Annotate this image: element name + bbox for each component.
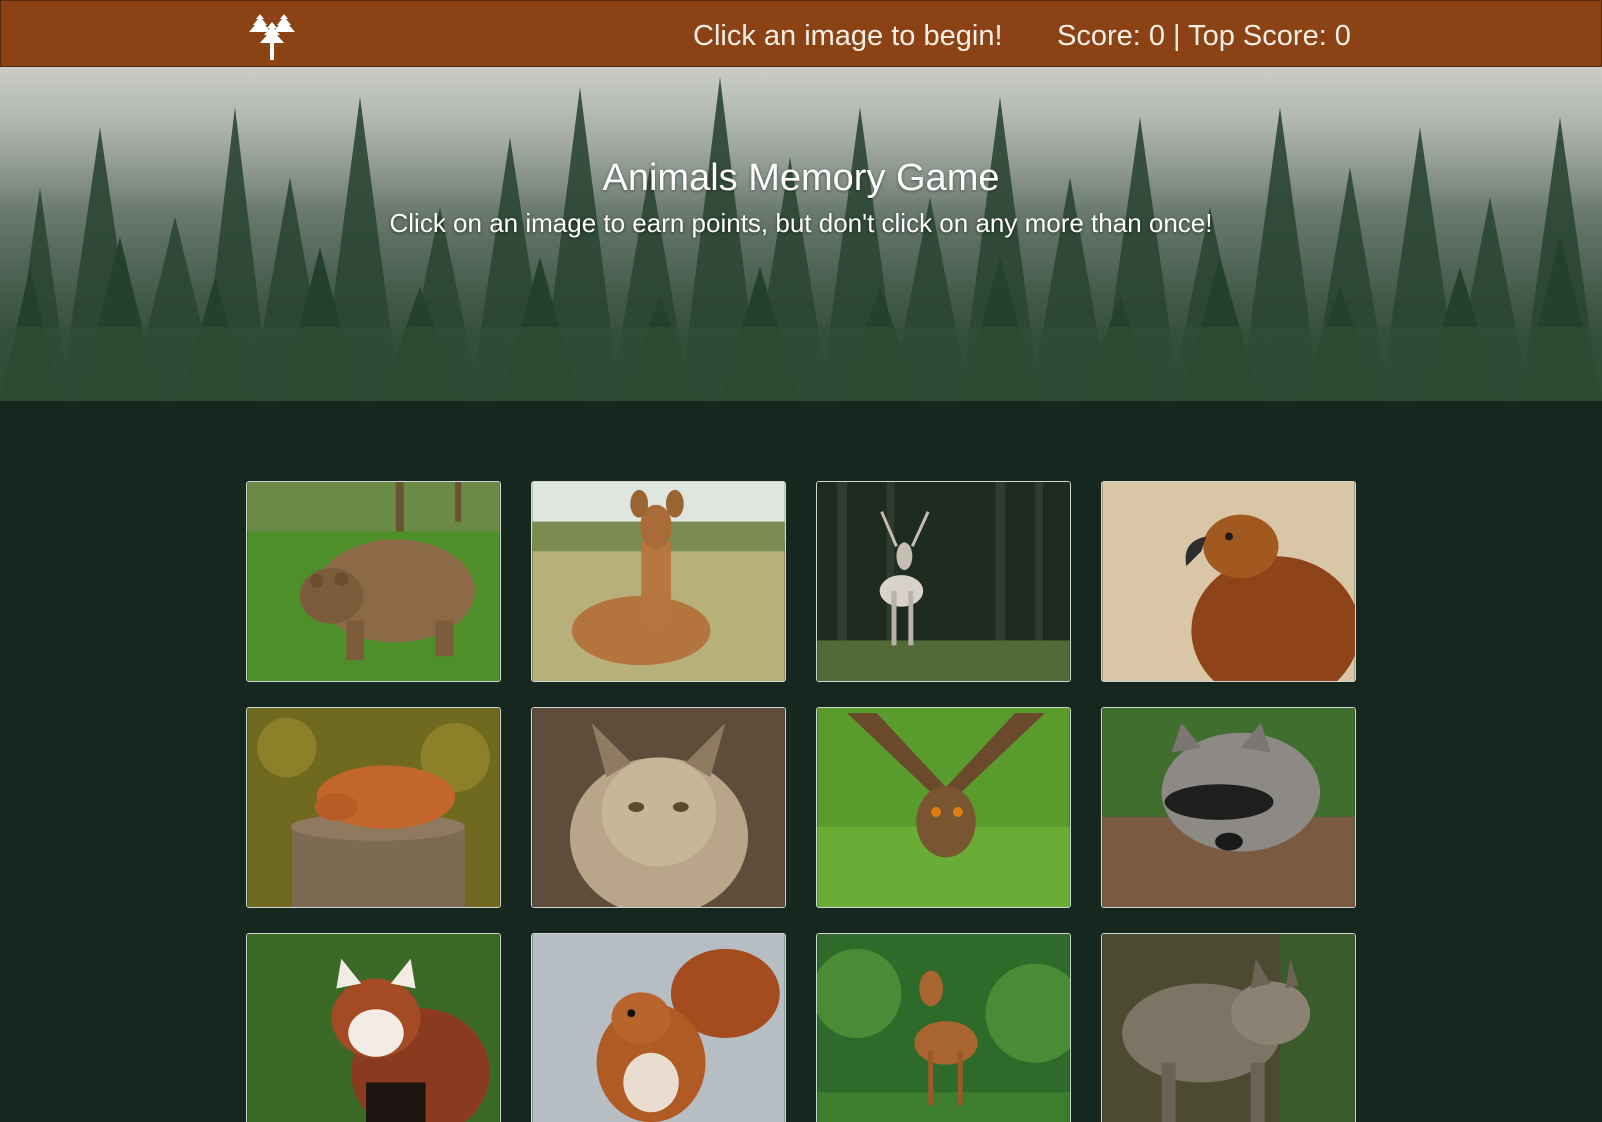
card-wolf[interactable]	[1101, 933, 1356, 1122]
page-title: Animals Memory Game	[602, 157, 1000, 199]
card-stag[interactable]	[816, 481, 1071, 682]
wolf-image	[1102, 934, 1355, 1122]
card-owl[interactable]	[816, 707, 1071, 908]
fox-image	[247, 708, 500, 907]
card-raccoon[interactable]	[1101, 707, 1356, 908]
bear-image	[247, 482, 500, 681]
status-message: Click an image to begin!	[693, 20, 1003, 52]
page-subtitle: Click on an image to earn points, but do…	[389, 208, 1213, 238]
raccoon-image	[1102, 708, 1355, 907]
card-fox[interactable]	[246, 707, 501, 908]
owl-image	[817, 708, 1070, 907]
card-bear[interactable]	[246, 481, 501, 682]
squirrel-image	[532, 934, 785, 1122]
eagle-image	[1102, 482, 1355, 681]
score-display: Score: 0 | Top Score: 0	[1057, 20, 1351, 52]
fawn-image	[817, 934, 1070, 1122]
stag-image	[817, 482, 1070, 681]
card-eagle[interactable]	[1101, 481, 1356, 682]
deer-image	[532, 482, 785, 681]
navbar: Click an image to begin! Score: 0 | Top …	[0, 0, 1602, 67]
hero-banner: Animals Memory Game Click on an image to…	[0, 67, 1602, 401]
card-red-panda[interactable]	[246, 933, 501, 1122]
card-fawn[interactable]	[816, 933, 1071, 1122]
tree-cluster-icon[interactable]	[247, 10, 297, 62]
card-lynx[interactable]	[531, 707, 786, 908]
card-deer[interactable]	[531, 481, 786, 682]
card-squirrel[interactable]	[531, 933, 786, 1122]
lynx-image	[532, 708, 785, 907]
red-panda-image	[247, 934, 500, 1122]
